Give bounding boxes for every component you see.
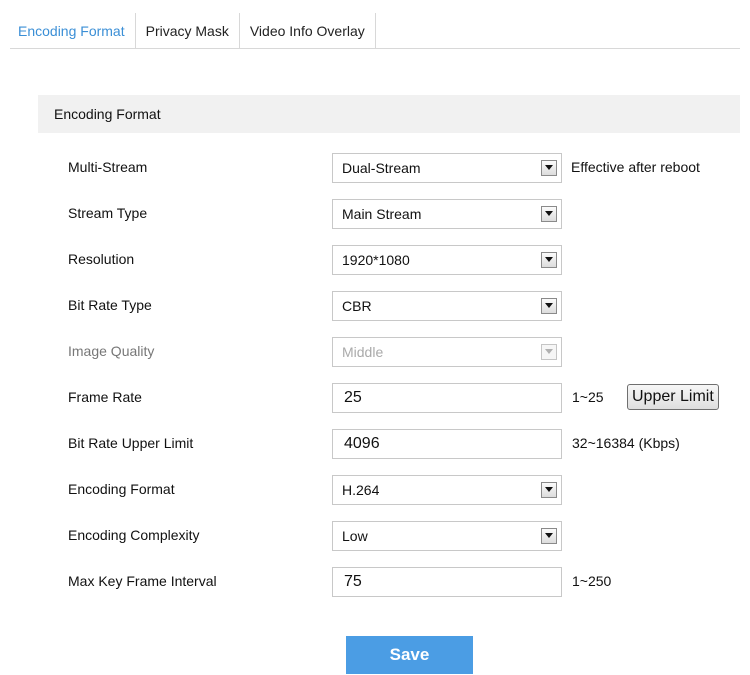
stream-type-select[interactable]: Main Stream	[332, 199, 562, 229]
encoding-format-label: Encoding Format	[68, 481, 175, 497]
save-button[interactable]: Save	[346, 636, 473, 674]
chevron-down-icon[interactable]	[541, 482, 557, 498]
bit-rate-type-row: Bit Rate Type CBR	[0, 291, 750, 321]
chevron-down-icon[interactable]	[541, 252, 557, 268]
frame-rate-input[interactable]: 25	[332, 383, 562, 413]
tab-bar: Encoding Format Privacy Mask Video Info …	[10, 13, 740, 49]
chevron-down-icon[interactable]	[541, 160, 557, 176]
encoding-complexity-value: Low	[342, 528, 368, 544]
encoding-complexity-select[interactable]: Low	[332, 521, 562, 551]
resolution-label: Resolution	[68, 251, 135, 267]
encoding-complexity-label: Encoding Complexity	[68, 527, 200, 543]
chevron-down-icon[interactable]	[541, 298, 557, 314]
encoding-complexity-row: Encoding Complexity Low	[0, 521, 750, 551]
upper-limit-button[interactable]: Upper Limit	[627, 384, 719, 410]
resolution-value: 1920*1080	[342, 252, 410, 268]
bit-rate-upper-limit-row: Bit Rate Upper Limit 4096 32~16384 (Kbps…	[0, 429, 750, 459]
max-key-frame-interval-input[interactable]: 75	[332, 567, 562, 597]
resolution-row: Resolution 1920*1080	[0, 245, 750, 275]
bit-rate-upper-limit-input[interactable]: 4096	[332, 429, 562, 459]
stream-type-value: Main Stream	[342, 206, 422, 222]
bit-rate-type-value: CBR	[342, 298, 372, 314]
stream-type-label: Stream Type	[68, 205, 148, 221]
chevron-down-icon[interactable]	[541, 528, 557, 544]
tab-encoding-format[interactable]: Encoding Format	[10, 13, 136, 49]
tab-video-info-overlay[interactable]: Video Info Overlay	[240, 13, 376, 49]
frame-rate-label: Frame Rate	[68, 389, 142, 405]
section-title: Encoding Format	[38, 95, 740, 133]
bit-rate-upper-limit-label: Bit Rate Upper Limit	[68, 435, 194, 451]
multi-stream-label: Multi-Stream	[68, 159, 148, 175]
image-quality-row: Image Quality Middle	[0, 337, 750, 367]
image-quality-value: Middle	[342, 344, 384, 360]
max-key-frame-interval-hint: 1~250	[572, 573, 612, 589]
multi-stream-row: Multi-Stream Dual-Stream Effective after…	[0, 153, 750, 183]
encoding-format-value: H.264	[342, 482, 380, 498]
image-quality-label: Image Quality	[68, 343, 155, 359]
multi-stream-hint: Effective after reboot	[571, 159, 700, 175]
stream-type-row: Stream Type Main Stream	[0, 199, 750, 229]
encoding-format-select[interactable]: H.264	[332, 475, 562, 505]
encoding-format-row: Encoding Format H.264	[0, 475, 750, 505]
chevron-down-icon	[541, 344, 557, 360]
max-key-frame-interval-row: Max Key Frame Interval 75 1~250	[0, 567, 750, 597]
tab-privacy-mask[interactable]: Privacy Mask	[136, 13, 240, 49]
multi-stream-select[interactable]: Dual-Stream	[332, 153, 562, 183]
frame-rate-hint: 1~25	[572, 389, 604, 405]
chevron-down-icon[interactable]	[541, 206, 557, 222]
max-key-frame-interval-label: Max Key Frame Interval	[68, 573, 217, 589]
bit-rate-upper-limit-hint: 32~16384 (Kbps)	[572, 435, 680, 451]
resolution-select[interactable]: 1920*1080	[332, 245, 562, 275]
frame-rate-row: Frame Rate 25 1~25 Upper Limit	[0, 383, 750, 413]
multi-stream-value: Dual-Stream	[342, 160, 421, 176]
bit-rate-type-label: Bit Rate Type	[68, 297, 152, 313]
bit-rate-type-select[interactable]: CBR	[332, 291, 562, 321]
image-quality-select: Middle	[332, 337, 562, 367]
